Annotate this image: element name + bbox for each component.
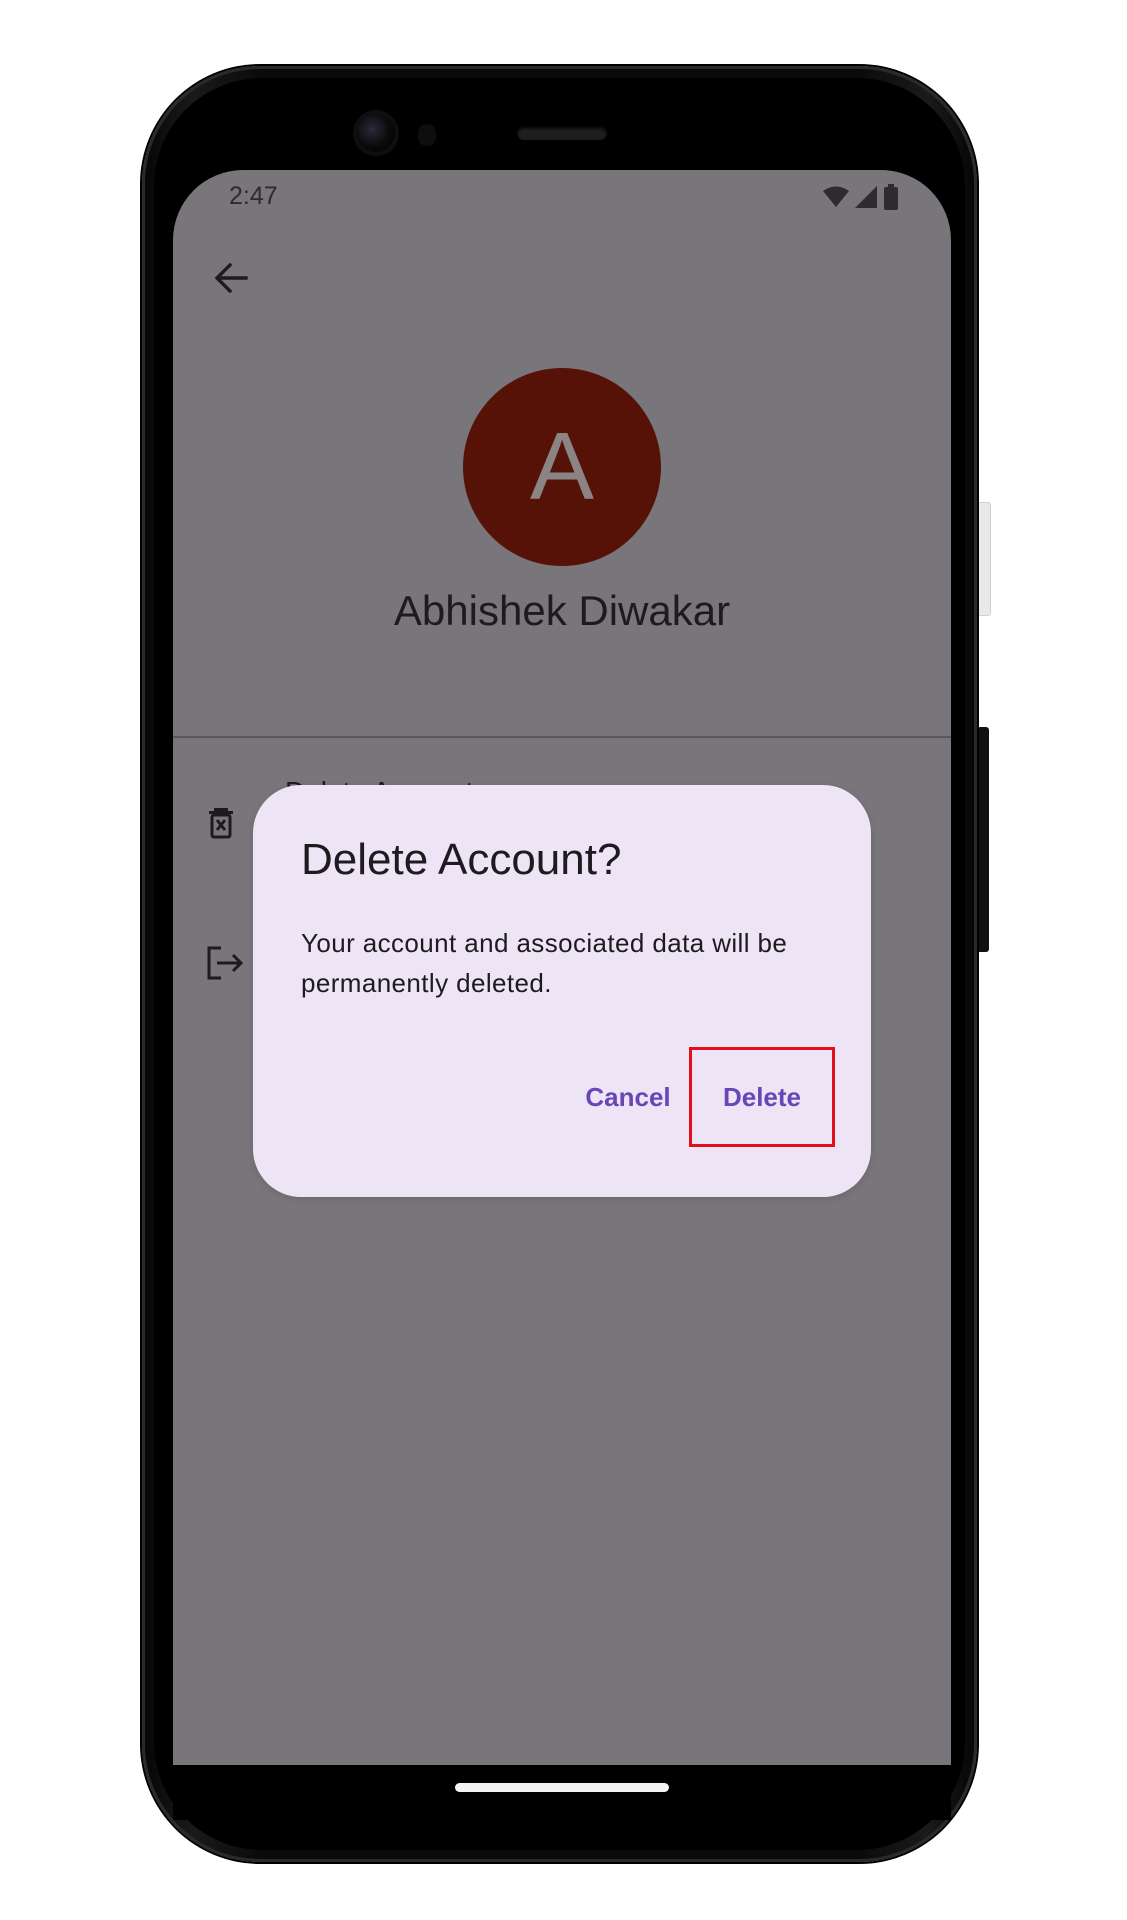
cancel-button[interactable]: Cancel (553, 1047, 703, 1147)
dialog-title: Delete Account? (301, 835, 622, 884)
dialog-message: Your account and associated data will be… (301, 928, 788, 998)
gesture-home-handle[interactable] (455, 1783, 669, 1792)
earpiece-speaker (517, 126, 607, 140)
dialog-actions: Cancel Delete (253, 1047, 871, 1147)
navigation-bar (173, 1765, 951, 1820)
delete-account-dialog: Delete Account? Your account and associa… (253, 785, 871, 1197)
delete-button[interactable]: Delete (689, 1047, 835, 1147)
device-mockup: 2:47 A Abhishek Diwakar Delete Account? … (0, 0, 1127, 1920)
volume-button (977, 727, 989, 952)
proximity-sensor (418, 124, 436, 146)
front-camera-icon (357, 114, 395, 152)
power-button (977, 502, 991, 616)
app-screen: 2:47 A Abhishek Diwakar Delete Account? … (173, 170, 951, 1765)
